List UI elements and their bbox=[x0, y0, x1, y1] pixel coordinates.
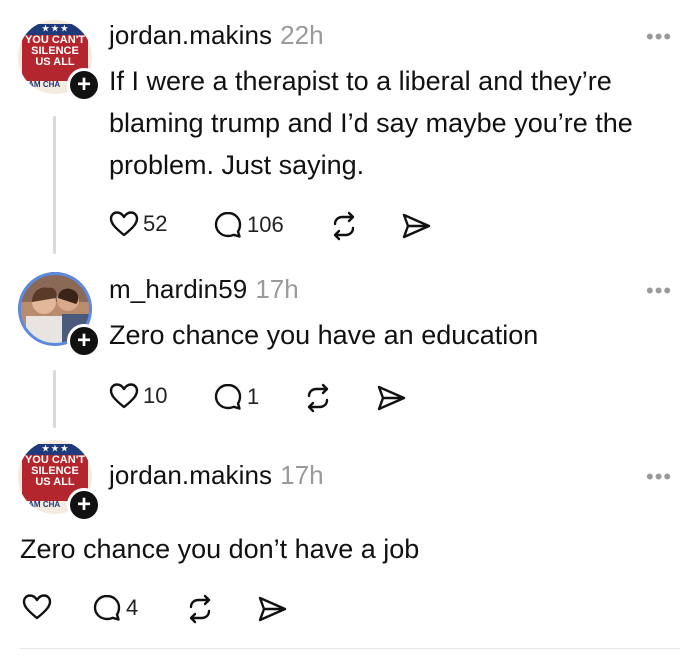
post-header: jordan.makins 17h bbox=[109, 460, 324, 491]
send-icon bbox=[377, 385, 406, 411]
share-button[interactable] bbox=[375, 384, 407, 412]
post-text: Zero chance you don’t have a job bbox=[20, 528, 680, 570]
username[interactable]: jordan.makins bbox=[109, 20, 272, 50]
avatar-text-3: US ALL bbox=[35, 56, 75, 68]
share-button[interactable] bbox=[256, 595, 288, 623]
repost-button[interactable] bbox=[329, 211, 359, 241]
reply-count: 1 bbox=[247, 384, 260, 409]
reply-button[interactable]: 106 bbox=[213, 210, 284, 240]
reply-button[interactable]: 4 bbox=[92, 593, 138, 623]
like-button[interactable]: 52 bbox=[109, 210, 167, 238]
post-text-line: If I were a therapist to a liberal and t… bbox=[109, 66, 612, 96]
comment-icon bbox=[93, 594, 121, 621]
post-text-line: Zero chance you don’t have a job bbox=[20, 534, 420, 564]
follow-plus-button[interactable]: + bbox=[67, 488, 101, 522]
timestamp: 17h bbox=[280, 460, 324, 490]
post-header: jordan.makins 22h bbox=[109, 20, 324, 51]
repost-icon bbox=[307, 383, 329, 413]
share-button[interactable] bbox=[400, 212, 432, 240]
heart-icon bbox=[109, 383, 139, 409]
like-count: 10 bbox=[143, 383, 168, 408]
post-header: m_hardin59 17h bbox=[109, 274, 299, 305]
timestamp: 22h bbox=[280, 20, 324, 50]
repost-icon bbox=[189, 594, 211, 624]
reply-count: 4 bbox=[126, 595, 139, 620]
reply-count: 106 bbox=[247, 212, 284, 237]
divider bbox=[20, 648, 680, 649]
follow-plus-button[interactable]: + bbox=[67, 324, 101, 358]
thread-line bbox=[53, 116, 56, 254]
post-text-line: blaming trump and I’d say maybe you’re t… bbox=[109, 108, 633, 138]
more-options-button[interactable]: ••• bbox=[646, 24, 672, 50]
like-button[interactable] bbox=[22, 593, 52, 621]
send-icon bbox=[402, 213, 431, 239]
comment-icon bbox=[214, 383, 242, 410]
avatar-stars: ★ ★ ★ bbox=[42, 24, 68, 33]
like-button[interactable]: 10 bbox=[109, 382, 167, 410]
thread-line bbox=[53, 370, 56, 428]
heart-icon bbox=[109, 211, 139, 237]
timestamp: 17h bbox=[255, 274, 299, 304]
username[interactable]: jordan.makins bbox=[109, 460, 272, 490]
repost-button[interactable] bbox=[185, 594, 215, 624]
post-text: Zero chance you have an education bbox=[109, 314, 689, 356]
more-options-button[interactable]: ••• bbox=[646, 278, 672, 304]
post-text-line: problem. Just saying. bbox=[109, 150, 365, 180]
like-count: 52 bbox=[143, 211, 168, 236]
heart-icon bbox=[22, 594, 52, 620]
comment-icon bbox=[214, 211, 242, 238]
post-text-line: Zero chance you have an education bbox=[109, 320, 539, 350]
reply-button[interactable]: 1 bbox=[213, 382, 259, 412]
username[interactable]: m_hardin59 bbox=[109, 274, 247, 304]
avatar-text-3: US ALL bbox=[35, 476, 75, 488]
send-icon bbox=[258, 596, 287, 622]
post-text: If I were a therapist to a liberal and t… bbox=[109, 60, 689, 186]
repost-button[interactable] bbox=[303, 383, 333, 413]
more-options-button[interactable]: ••• bbox=[646, 464, 672, 490]
repost-icon bbox=[333, 211, 355, 241]
avatar-stars: ★ ★ ★ bbox=[42, 444, 68, 453]
follow-plus-button[interactable]: + bbox=[67, 68, 101, 102]
